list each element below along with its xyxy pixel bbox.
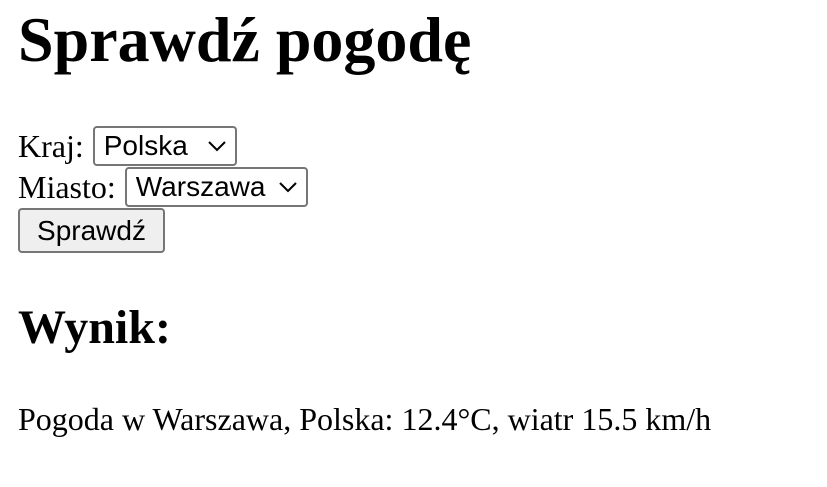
- weather-page: Sprawdź pogodę Kraj: Polska Miasto: Wars…: [18, 0, 827, 487]
- chevron-down-icon: [208, 141, 226, 152]
- result-heading: Wynik:: [18, 301, 171, 354]
- chevron-down-icon: [279, 182, 297, 193]
- city-row: Miasto: Warszawa: [18, 167, 308, 207]
- check-weather-button[interactable]: Sprawdź: [18, 208, 165, 253]
- country-select[interactable]: Polska: [92, 126, 237, 166]
- city-select[interactable]: Warszawa: [124, 167, 308, 207]
- page-title: Sprawdź pogodę: [18, 4, 472, 75]
- city-label: Miasto:: [18, 168, 116, 205]
- country-label: Kraj:: [18, 127, 84, 164]
- country-select-value: Polska: [103, 130, 188, 161]
- weather-result-text: Pogoda w Warszawa, Polska: 12.4°C, wiatr…: [18, 401, 712, 437]
- city-select-value: Warszawa: [135, 171, 266, 202]
- country-row: Kraj: Polska: [18, 126, 237, 166]
